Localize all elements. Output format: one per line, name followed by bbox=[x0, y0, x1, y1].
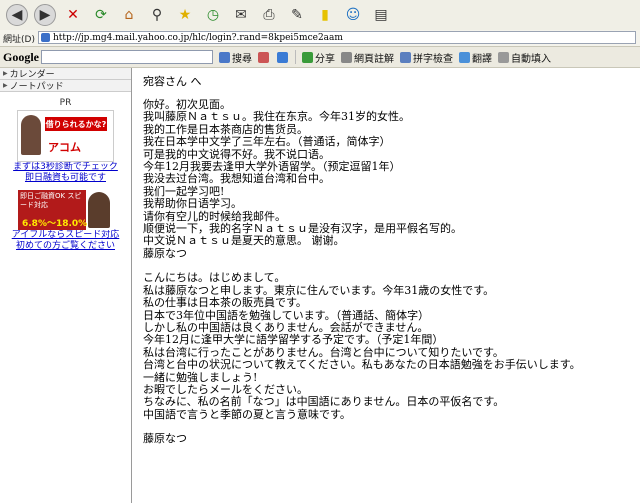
chinese-paragraph: 你好。初次见面。 我叫藤原Ｎａｔｓｕ。我住在东京。今年31岁的女性。 我的工作是… bbox=[143, 98, 633, 260]
message-line: ちなみに、私の名前「なつ」は中国語にありません。日本の平仮名です。 bbox=[143, 395, 505, 409]
message-recipient: 宛容さん へ bbox=[143, 75, 202, 88]
message-line: 今年12月に逢甲大学に語学留学する予定です。（予定1年間） bbox=[143, 333, 444, 347]
ad-banner-acom[interactable]: 借りられるかな? アコム bbox=[17, 110, 114, 162]
address-bar: 網址(D) http://jp.mg4.mail.yahoo.co.jp/hlc… bbox=[0, 30, 640, 47]
ad-brand: アコム bbox=[48, 142, 81, 154]
google-logo: Google bbox=[3, 49, 39, 64]
note-icon[interactable]: ▮ bbox=[314, 4, 336, 26]
ad-banner-text: 借りられるかな? bbox=[45, 117, 107, 131]
google-search-button[interactable]: 搜尋 bbox=[219, 50, 252, 65]
message-line: こんにちは。はじめまして。 bbox=[143, 271, 286, 285]
message-line: 我帮助你日语学习。 bbox=[143, 197, 242, 211]
google-search-icon bbox=[219, 51, 230, 63]
message-body: 宛容さん へ 你好。初次见面。 我叫藤原Ｎａｔｓｕ。我住在东京。今年31岁的女性… bbox=[143, 73, 633, 446]
page-icon bbox=[41, 33, 50, 42]
share-button[interactable]: 分享 bbox=[302, 50, 335, 65]
ad-link-acom-1[interactable]: まずは3秒診断でチェック bbox=[0, 162, 131, 173]
add-icon[interactable] bbox=[277, 51, 290, 63]
annotate-icon bbox=[341, 51, 352, 63]
japanese-paragraph: こんにちは。はじめまして。 私は藤原なつと申します。東京に住んでいます。今年31… bbox=[143, 271, 633, 421]
print-icon[interactable]: ⎙ bbox=[258, 4, 280, 26]
stop-icon[interactable]: ✕ bbox=[62, 4, 84, 26]
spellcheck-icon bbox=[400, 51, 411, 63]
message-line: 我在日本学中文学了三年左右。（普通话，简体字） bbox=[143, 135, 391, 149]
research-icon[interactable]: ▤ bbox=[370, 4, 392, 26]
messenger-icon[interactable]: ☺ bbox=[342, 4, 364, 26]
address-label: 網址(D) bbox=[3, 34, 35, 45]
address-input[interactable]: http://jp.mg4.mail.yahoo.co.jp/hlc/login… bbox=[38, 31, 636, 44]
message-line: 我叫藤原Ｎａｔｓｕ。我住在东京。今年31岁的女性。 bbox=[143, 110, 410, 124]
message-line: 中文说Ｎａｔｓｕ是夏天的意思。 谢谢。 bbox=[143, 234, 345, 248]
browser-toolbar: ◀ ▶ ✕ ⟳ ⌂ ⚲ ★ ◷ ✉ ⎙ ✎ ▮ ☺ ▤ bbox=[0, 0, 640, 31]
home-icon[interactable]: ⌂ bbox=[118, 4, 140, 26]
address-url: http://jp.mg4.mail.yahoo.co.jp/hlc/login… bbox=[53, 32, 343, 43]
ad-banner-aiful[interactable]: 即日ご融資OK スピード対応 6.8%～18.0% bbox=[18, 190, 113, 230]
autofill-icon bbox=[498, 51, 509, 63]
message-line: 藤原なつ bbox=[143, 246, 187, 260]
message-line: 我没去过台湾。我想知道台湾和台中。 bbox=[143, 172, 330, 186]
divider bbox=[295, 50, 296, 64]
autofill-button[interactable]: 自動填入 bbox=[498, 50, 551, 65]
message-line: 台湾と台中の状況について教えてください。私もあなたの日本語勉強をお手伝いします。 bbox=[143, 358, 581, 372]
spellcheck-button[interactable]: 拼字檢查 bbox=[400, 50, 453, 65]
bookmark-icon[interactable] bbox=[258, 51, 271, 63]
ad-link-aiful-1[interactable]: アイフルならスピード対応 bbox=[0, 230, 131, 241]
search-icon[interactable]: ⚲ bbox=[146, 4, 168, 26]
annotate-button[interactable]: 網頁註解 bbox=[341, 50, 394, 65]
back-icon[interactable]: ◀ bbox=[6, 4, 28, 26]
share-icon bbox=[302, 51, 313, 63]
message-signature: 藤原なつ bbox=[143, 432, 187, 446]
translate-button[interactable]: 翻譯 bbox=[459, 50, 492, 65]
translate-icon bbox=[459, 51, 470, 63]
message-line: 私の仕事は日本茶の販売員です。 bbox=[143, 296, 307, 310]
triangle-icon: ▶ bbox=[3, 70, 8, 77]
message-line: 中国語で言うと季節の夏と言う意味です。 bbox=[143, 407, 351, 421]
ad-rate: 6.8%～18.0% bbox=[22, 219, 88, 229]
history-icon[interactable]: ◷ bbox=[202, 4, 224, 26]
forward-icon[interactable]: ▶ bbox=[34, 4, 56, 26]
google-toolbar: Google 搜尋 分享 網頁註解 拼字檢查 翻譯 自動填入 bbox=[0, 47, 640, 68]
ad-link-acom-2[interactable]: 即日融資も可能です bbox=[0, 173, 131, 184]
edit-icon[interactable]: ✎ bbox=[286, 4, 308, 26]
google-search-input[interactable] bbox=[41, 50, 213, 64]
favorites-star-icon[interactable]: ★ bbox=[174, 4, 196, 26]
ad-person-image bbox=[21, 115, 41, 155]
ad-person-image bbox=[88, 192, 110, 228]
sidebar-item-notepad[interactable]: ▶ ノートパッド bbox=[0, 80, 131, 92]
triangle-icon: ▶ bbox=[3, 82, 8, 89]
pr-label: PR bbox=[59, 98, 72, 108]
mail-icon[interactable]: ✉ bbox=[230, 4, 252, 26]
refresh-icon[interactable]: ⟳ bbox=[90, 4, 112, 26]
ad-link-aiful-2[interactable]: 初めての方ご覧ください bbox=[0, 241, 131, 252]
sidebar: ▶ カレンダー ▶ ノートパッド PR 借りられるかな? アコム まずは3秒診断でチ… bbox=[0, 68, 132, 503]
